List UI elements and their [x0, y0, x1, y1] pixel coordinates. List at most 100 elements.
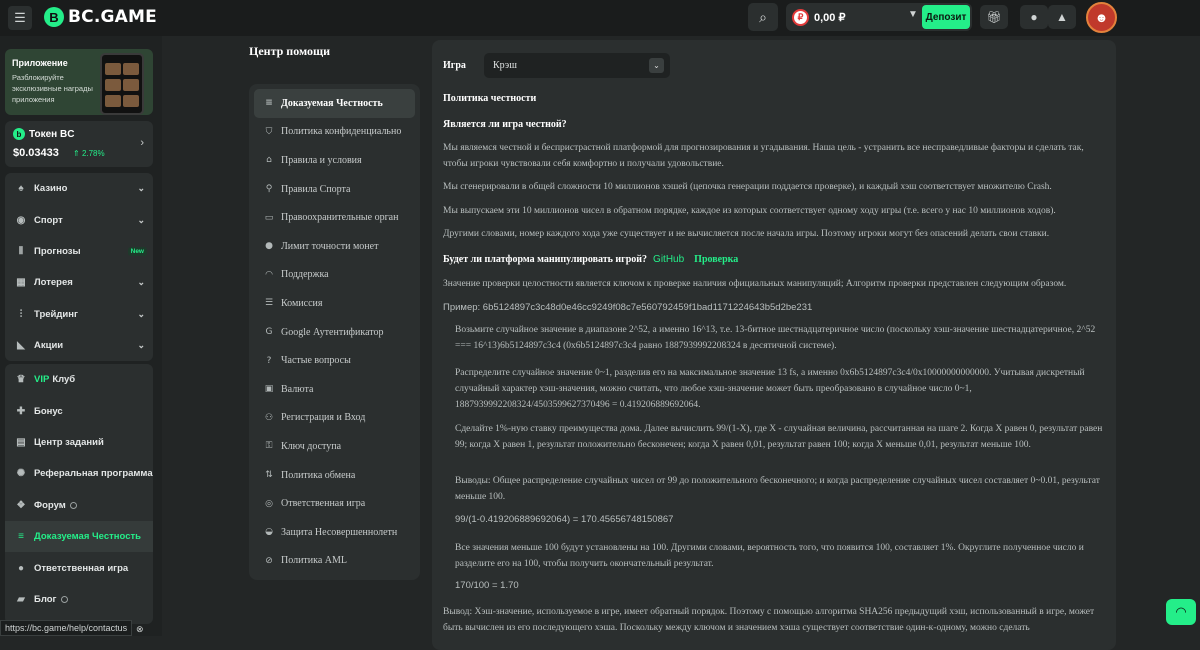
nav-label: Казино: [34, 183, 68, 195]
avatar[interactable]: ☻: [1086, 2, 1117, 33]
trading-icon: ⫶: [19, 308, 23, 320]
nav-item-forum[interactable]: ❖ Форум: [5, 490, 153, 521]
help-item-google-auth[interactable]: G Google Аутентификатор: [254, 318, 415, 347]
github-link[interactable]: GitHub: [653, 254, 684, 265]
nav-item-responsible-gaming[interactable]: ● Ответственная игра: [5, 552, 153, 583]
help-item-support[interactable]: ◠ Поддержка: [254, 261, 415, 290]
fairness-icon: ≡: [265, 98, 273, 109]
vip-label: VIP: [34, 374, 50, 386]
chevron-right-icon[interactable]: ›: [140, 137, 144, 149]
crown-icon: ♛: [16, 374, 26, 386]
menu-toggle-button[interactable]: ☰: [8, 6, 32, 30]
help-item-registration[interactable]: ⚇ Регистрация и Вход: [254, 404, 415, 433]
help-item-currency[interactable]: ▣ Валюта: [254, 375, 415, 404]
verify-link[interactable]: Проверка: [694, 254, 738, 265]
coin-icon: ●: [265, 241, 273, 252]
database-icon: ☰: [264, 298, 274, 309]
help-item-terms[interactable]: ⌂ Правила и условия: [254, 146, 415, 175]
chat-button[interactable]: ●: [1020, 5, 1048, 29]
prediction-icon: ⦀: [18, 245, 24, 257]
nav-item-lottery[interactable]: ▦ Лотерея ⌄: [5, 267, 153, 298]
notifications-button[interactable]: ▲: [1048, 5, 1076, 29]
step-2: Распределите случайное значение 0~1, раз…: [455, 368, 1085, 410]
token-card[interactable]: b Токен BC $0.03433 ⇑ 2.78% ›: [5, 121, 153, 167]
search-button[interactable]: ⌕: [748, 3, 778, 31]
token-title-row: b Токен BC: [13, 128, 74, 140]
chevron-down-icon: ⌄: [649, 58, 664, 73]
nav-item-referral[interactable]: ✺ Реферальная программа: [5, 458, 153, 489]
runner-icon: ⚲: [265, 184, 273, 195]
referral-icon: ✺: [16, 468, 26, 480]
external-link-icon: [69, 501, 77, 509]
chevron-down-icon: ⌄: [137, 214, 145, 225]
nav-item-bonus[interactable]: ✚ Бонус: [5, 395, 153, 426]
help-item-label: Правоохранительные орган: [281, 212, 399, 224]
help-item-passkey[interactable]: ⚿ Ключ доступа: [254, 432, 415, 461]
help-item-label: Ключ доступа: [281, 440, 342, 452]
ban-icon: ⊘: [265, 555, 273, 566]
help-item-commission[interactable]: ☰ Комиссия: [254, 289, 415, 318]
help-item-label: Лимит точности монет: [281, 240, 379, 252]
nav-item-predictions[interactable]: ⦀ Прогнозы New: [5, 236, 153, 267]
step-5: Все значения меньше 100 будут установлен…: [455, 543, 1084, 569]
google-icon: G: [265, 327, 273, 338]
token-change-value: 2.78%: [81, 149, 105, 158]
bank-icon: ⌂: [266, 155, 272, 166]
user-avatar-icon: ☻: [1094, 10, 1109, 25]
help-item-provably-fair[interactable]: ≡ Доказуемая Честность: [254, 89, 415, 118]
deposit-button[interactable]: Депозит: [922, 5, 970, 29]
status-url: https://bc.game/help/contactus: [0, 620, 133, 636]
exchange-icon: ⇅: [265, 470, 273, 481]
help-item-exchange[interactable]: ⇅ Политика обмена: [254, 461, 415, 490]
game-select-value: Крэш: [493, 60, 517, 71]
nav-item-provably-fair[interactable]: ≡ Доказуемая Честность: [5, 520, 153, 553]
policy-title: Политика честности: [443, 93, 537, 104]
forum-icon: ❖: [16, 499, 26, 511]
step-1: Возьмите случайное значение в диапазоне …: [455, 325, 1096, 351]
ball-icon: ◉: [16, 214, 26, 226]
step-formula: 99/(1-0.419206889692064) = 170.456567481…: [455, 514, 674, 525]
help-item-faq[interactable]: ? Частые вопросы: [254, 346, 415, 375]
paragraph: Мы сгенерировали в общей сложности 10 ми…: [443, 182, 1052, 192]
nav-item-casino[interactable]: ♠ Казино ⌄: [5, 173, 153, 204]
help-item-law-enforcement[interactable]: ▭ Правоохранительные орган: [254, 203, 415, 232]
chat-icon: ●: [1030, 10, 1038, 24]
gift-button[interactable]: 🎁︎: [980, 5, 1008, 29]
help-item-coin-limit[interactable]: ● Лимит точности монет: [254, 232, 415, 261]
help-item-responsible-gaming[interactable]: ◎ Ответственная игра: [254, 489, 415, 518]
responsible-icon: ◎: [265, 498, 273, 509]
headset-icon: ◠: [1175, 604, 1187, 619]
game-selector-row: Игра Крэш ⌄: [443, 53, 670, 78]
help-item-sport-rules[interactable]: ⚲ Правила Спорта: [254, 175, 415, 204]
page-title: Центр помощи: [249, 44, 331, 58]
token-price: $0.03433: [13, 147, 59, 159]
help-item-label: Защита Несовершеннолетн: [281, 526, 398, 538]
close-icon[interactable]: ⊗: [136, 624, 144, 635]
help-item-aml[interactable]: ⊘ Политика AML: [254, 547, 415, 576]
nav-item-blog[interactable]: ▰ Блог: [5, 584, 153, 615]
wallet-selector[interactable]: ₽ 0,00 ₽ ▼ Депозит: [786, 3, 972, 31]
nav-item-trading[interactable]: ⫶ Трейдинг ⌄: [5, 299, 153, 330]
chevron-down-icon: ⌄: [137, 308, 145, 319]
logo-text: BC.GAME: [68, 7, 157, 27]
token-change: ⇑ 2.78%: [73, 149, 105, 158]
chevron-down-icon[interactable]: ▼: [908, 9, 918, 20]
nav-item-promotions[interactable]: ◣ Акции ⌄: [5, 330, 153, 361]
logo[interactable]: B BC.GAME: [44, 7, 157, 27]
nav-item-tasks[interactable]: ▤ Центр заданий: [5, 427, 153, 458]
app-promo-card[interactable]: Приложение Разблокируйте эксклюзивные на…: [5, 49, 153, 115]
chevron-down-icon: ⌄: [137, 183, 145, 194]
question-manipulate: Будет ли платформа манипулировать игрой?…: [443, 252, 1105, 268]
nav-item-sport[interactable]: ◉ Спорт ⌄: [5, 204, 153, 235]
help-item-label: Политика конфиденциально: [281, 126, 402, 138]
nav-label: Центр заданий: [34, 436, 104, 448]
help-menu: ≡ Доказуемая Честность ⛉ Политика конфиден…: [249, 84, 420, 580]
game-select[interactable]: Крэш ⌄: [484, 53, 670, 78]
help-item-privacy[interactable]: ⛉ Политика конфиденциально: [254, 118, 415, 147]
help-item-minor-protection[interactable]: ◒ Защита Несовершеннолетн: [254, 518, 415, 547]
stroller-icon: ◒: [265, 527, 273, 538]
support-chat-button[interactable]: ◠: [1166, 599, 1196, 625]
game-label: Игра: [443, 60, 466, 71]
nav-item-vip-club[interactable]: ♛ VIP Клуб: [5, 364, 153, 395]
external-link-icon: [60, 595, 68, 603]
